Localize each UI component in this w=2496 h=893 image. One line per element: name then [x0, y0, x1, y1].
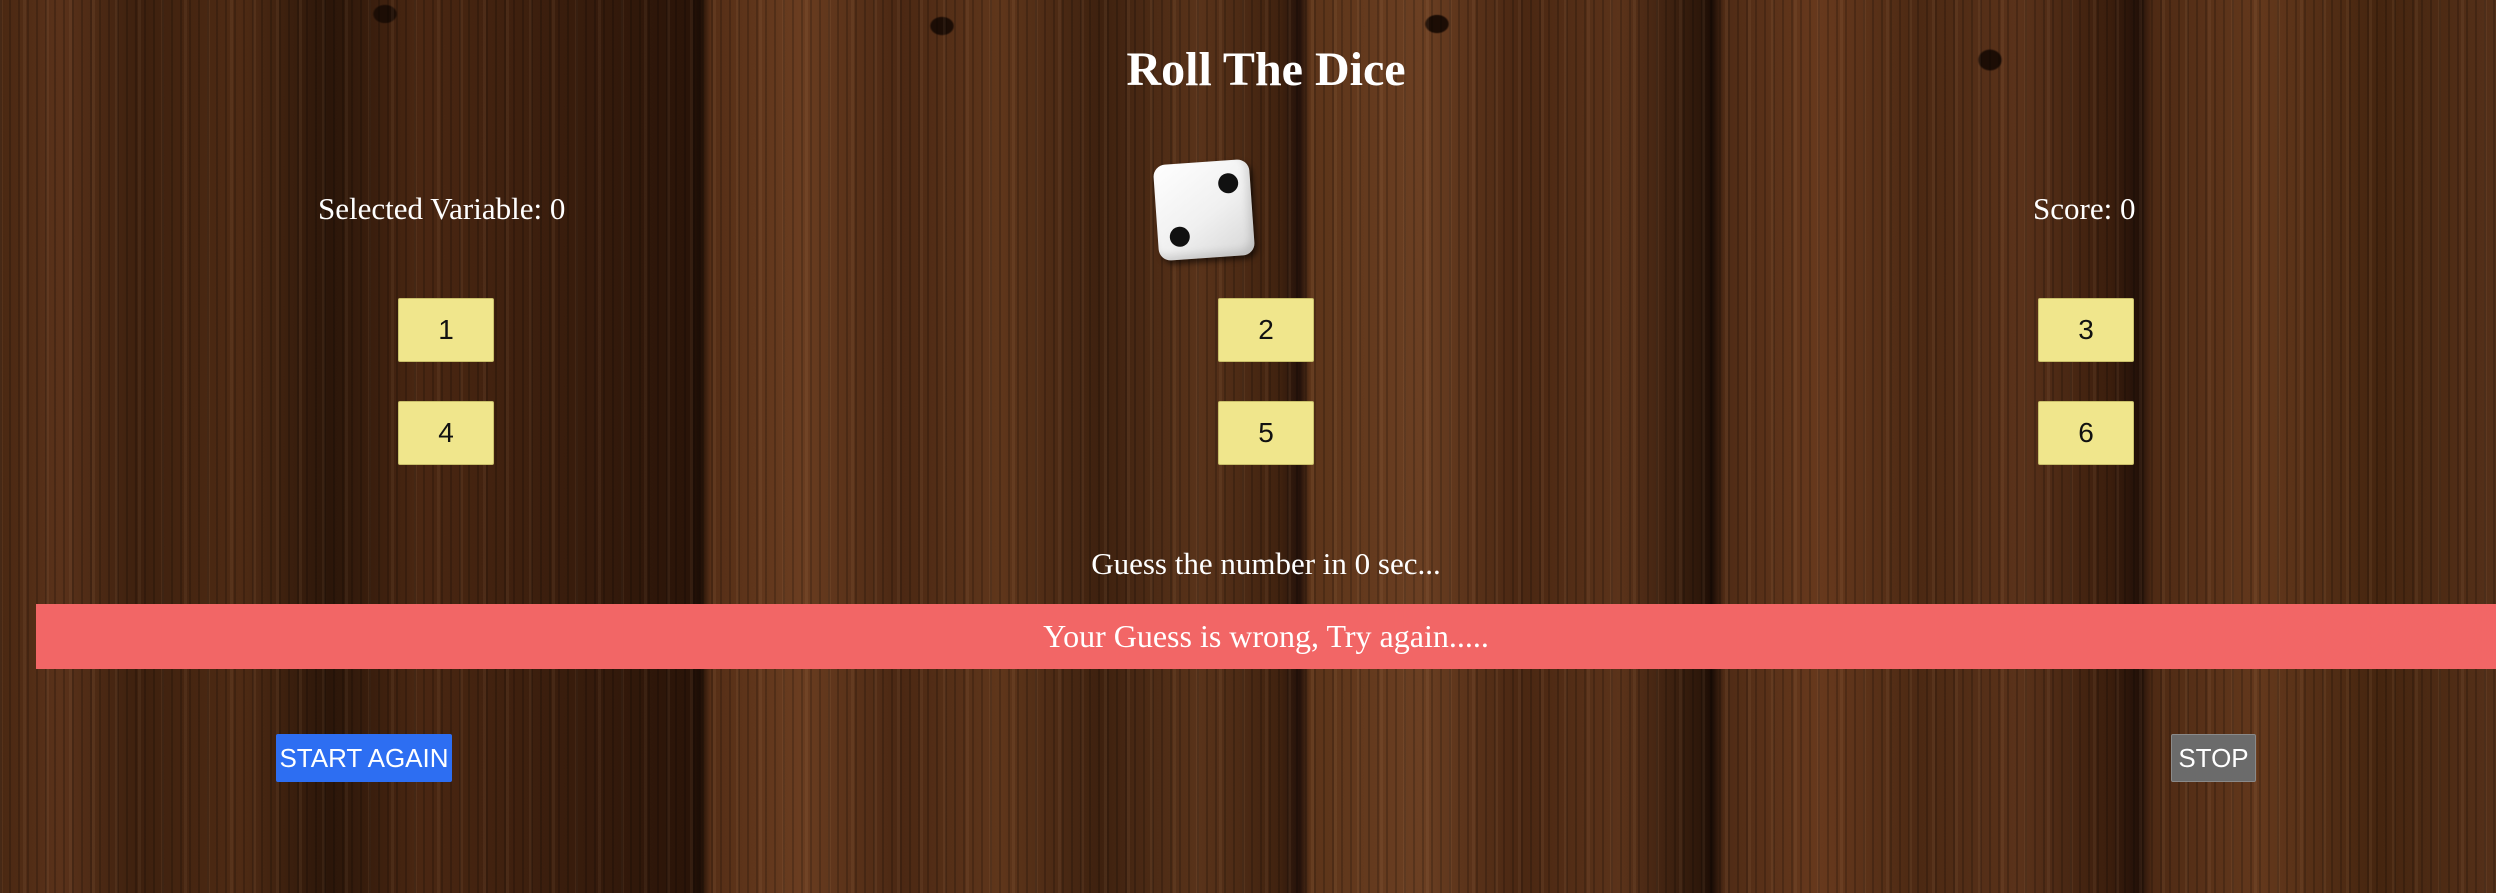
timer-text: Guess the number in 0 sec...	[1091, 546, 1441, 581]
game-board: Roll The Dice Selected Variable: 0 Score…	[0, 0, 2496, 893]
die-pip	[1217, 172, 1239, 194]
dice-face-two-icon	[1152, 158, 1256, 262]
score-label: Score: 0	[2033, 191, 2136, 226]
page-title: Roll The Dice	[1126, 43, 1406, 96]
number-button-4[interactable]: 4	[398, 401, 494, 465]
number-button-1[interactable]: 1	[398, 298, 494, 362]
number-button-6[interactable]: 6	[2038, 401, 2134, 465]
start-again-button[interactable]: START AGAIN	[276, 734, 452, 782]
number-button-3[interactable]: 3	[2038, 298, 2134, 362]
wrong-guess-alert: Your Guess is wrong, Try again.....	[36, 604, 2496, 669]
number-button-5[interactable]: 5	[1218, 401, 1314, 465]
number-button-2[interactable]: 2	[1218, 298, 1314, 362]
selected-variable-label: Selected Variable: 0	[318, 191, 566, 226]
stop-button[interactable]: STOP	[2171, 734, 2256, 782]
die-pip	[1169, 226, 1191, 248]
